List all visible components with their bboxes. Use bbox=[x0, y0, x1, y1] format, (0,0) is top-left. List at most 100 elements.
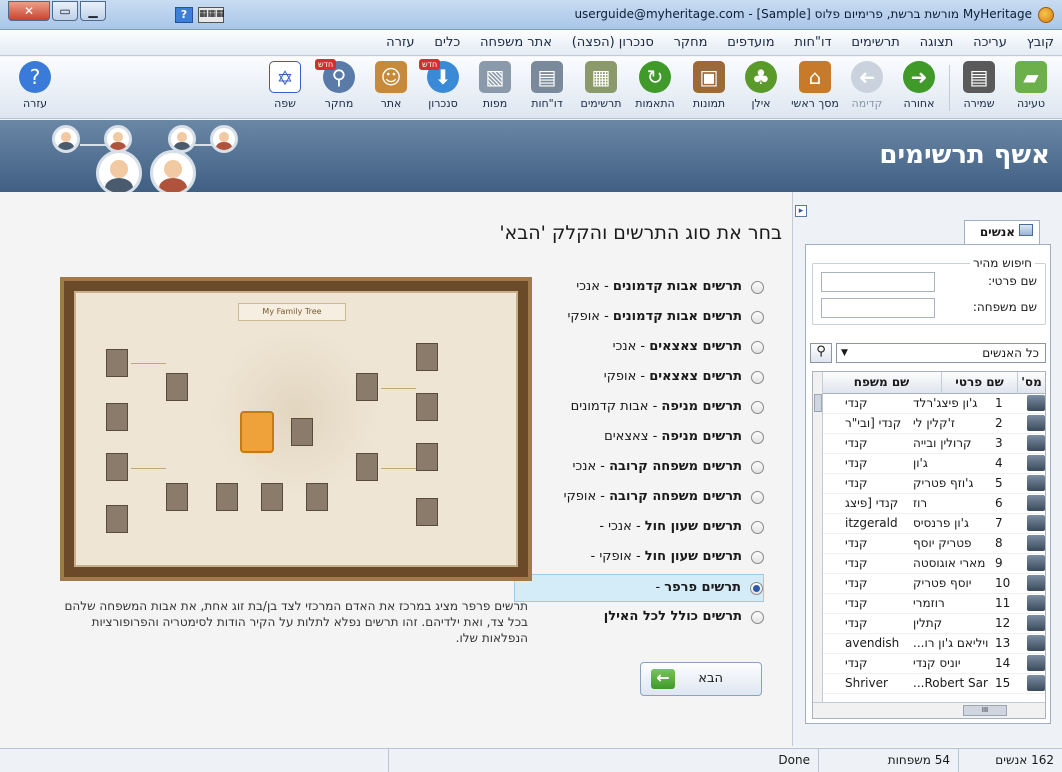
chart-type-option[interactable]: תרשים אבות קדמונים - אופקי bbox=[514, 304, 764, 332]
forward-button[interactable]: ➜ קדימה bbox=[842, 61, 892, 115]
preview-connector bbox=[381, 468, 416, 469]
chart-type-option[interactable]: תרשים פרפר - bbox=[514, 574, 764, 602]
home-label: מסך ראשי bbox=[791, 97, 839, 110]
menu-file[interactable]: קובץ bbox=[1019, 30, 1062, 55]
menu-tools[interactable]: כלים bbox=[426, 30, 468, 55]
scrollbar-thumb[interactable] bbox=[814, 394, 822, 412]
menu-sync[interactable]: סנכרון (הפצה) bbox=[564, 30, 662, 55]
chart-type-option[interactable]: תרשים שעון חול - אופקי - bbox=[514, 544, 764, 572]
matches-button[interactable]: ↻ התאמות bbox=[630, 61, 680, 115]
radio-button[interactable] bbox=[751, 491, 764, 504]
restore-window-button[interactable]: ▭ bbox=[52, 1, 78, 21]
chart-preview-canvas: My Family Tree bbox=[74, 291, 518, 567]
table-row[interactable]: 5 ג'וזף פטריק קנדי bbox=[823, 474, 1045, 494]
search-icon[interactable]: ⚲ bbox=[810, 343, 832, 363]
menu-help[interactable]: עזרה bbox=[378, 30, 422, 55]
menu-research[interactable]: מחקר bbox=[666, 30, 716, 55]
back-button[interactable]: ➜ אחורה bbox=[894, 61, 944, 115]
table-row[interactable]: 1 ג'ון פיצג'רלד קנדי bbox=[823, 394, 1045, 414]
research-button[interactable]: ⚲ חדש מחקר bbox=[314, 59, 364, 115]
row-last-name: Shriver bbox=[845, 676, 888, 690]
radio-button[interactable] bbox=[751, 311, 764, 324]
chart-type-option[interactable]: תרשים צאצאים - אנכי bbox=[514, 334, 764, 362]
table-row[interactable]: 9 מארי אוגוסטה קנדי bbox=[823, 554, 1045, 574]
column-header-last-name[interactable]: שם משפח bbox=[821, 372, 941, 394]
table-row[interactable]: 7 ג'ון פרנסיס itzgerald bbox=[823, 514, 1045, 534]
radio-button[interactable] bbox=[751, 341, 764, 354]
photos-button[interactable]: ▣ תמונות bbox=[684, 61, 734, 115]
table-row[interactable]: 14 יוניס קנדי קנדי bbox=[823, 654, 1045, 674]
tree-button[interactable]: ♣ אילן bbox=[736, 61, 786, 115]
chart-type-label: תרשים פרפר - bbox=[655, 575, 741, 601]
scrollbar-thumb[interactable]: III bbox=[963, 705, 1007, 716]
menu-reports[interactable]: דו"חות bbox=[786, 30, 839, 55]
family-site-button[interactable]: ☺ אתר bbox=[366, 61, 416, 115]
chart-type-option[interactable]: תרשים מניפה - אבות קדמונים bbox=[514, 394, 764, 422]
minimize-window-button[interactable]: ▁ bbox=[80, 1, 106, 21]
row-first-name: ויליאם ג'ון רו... bbox=[913, 636, 989, 650]
horizontal-scrollbar[interactable]: III bbox=[813, 702, 1045, 718]
chart-type-option[interactable]: תרשים מניפה - צאצאים bbox=[514, 424, 764, 452]
radio-button[interactable] bbox=[751, 431, 764, 444]
help-icon[interactable]: ? bbox=[175, 7, 193, 23]
chart-type-option[interactable]: תרשים אבות קדמונים - אנכי bbox=[514, 274, 764, 302]
radio-button[interactable] bbox=[751, 461, 764, 474]
table-row[interactable]: 3 קרולין ובייה קנדי bbox=[823, 434, 1045, 454]
chart-type-option[interactable]: תרשים משפחה קרובה - אנכי bbox=[514, 454, 764, 482]
person-icon bbox=[1027, 395, 1045, 411]
menu-view[interactable]: תצוגה bbox=[912, 30, 962, 55]
menu-family-site[interactable]: אתר משפחה bbox=[472, 30, 560, 55]
collapse-panel-icon[interactable]: ▸ bbox=[795, 205, 807, 217]
table-row[interactable]: 15 Robert Sar... Shriver bbox=[823, 674, 1045, 694]
radio-button[interactable] bbox=[751, 281, 764, 294]
menu-charts[interactable]: תרשימים bbox=[843, 30, 907, 55]
sync-button[interactable]: ⬇ חדש סנכרון bbox=[418, 59, 468, 115]
radio-button[interactable] bbox=[751, 551, 764, 564]
radio-button[interactable] bbox=[751, 401, 764, 414]
reports-button[interactable]: ▤ דו"חות bbox=[522, 61, 572, 115]
chart-type-option[interactable]: תרשים כולל לכל האילן bbox=[514, 604, 764, 632]
chart-type-option[interactable]: תרשים שעון חול - אנכי - bbox=[514, 514, 764, 542]
open-button[interactable]: ▰ טעינה bbox=[1006, 61, 1056, 115]
language-button[interactable]: ✡ שפה bbox=[260, 61, 310, 115]
tab-people[interactable]: אנשים bbox=[964, 220, 1040, 244]
first-name-field[interactable] bbox=[821, 272, 935, 292]
language-flag-icon: ✡ bbox=[269, 61, 301, 93]
radio-button[interactable] bbox=[751, 521, 764, 534]
people-filter-select[interactable]: כל האנשים ▼ bbox=[836, 343, 1046, 363]
table-row[interactable]: 6 רוז קנדי [פיצג bbox=[823, 494, 1045, 514]
menu-favorites[interactable]: מועדפים bbox=[719, 30, 782, 55]
table-row[interactable]: 13 ויליאם ג'ון רו... avendish bbox=[823, 634, 1045, 654]
preview-photo bbox=[166, 373, 188, 401]
row-first-name: ג'ון פיצג'רלד bbox=[913, 396, 978, 410]
keyboard-icon[interactable]: ▦▦▦ bbox=[198, 7, 225, 23]
radio-button[interactable] bbox=[751, 371, 764, 384]
maps-button[interactable]: ▧ מפות bbox=[470, 61, 520, 115]
charts-button[interactable]: ▦ תרשימים bbox=[576, 61, 626, 115]
table-row[interactable]: 4 ג'ון קנדי bbox=[823, 454, 1045, 474]
quick-search-legend: חיפוש מהיר bbox=[969, 256, 1035, 270]
folder-open-icon: ▰ bbox=[1015, 61, 1047, 93]
save-button[interactable]: ▤ שמירה bbox=[954, 61, 1004, 115]
menu-edit[interactable]: עריכה bbox=[965, 30, 1015, 55]
table-row[interactable]: 11 רוזמרי קנדי bbox=[823, 594, 1045, 614]
table-row[interactable]: 12 קתלין קנדי bbox=[823, 614, 1045, 634]
chart-type-orientation: - bbox=[655, 580, 665, 595]
close-window-button[interactable]: ✕ bbox=[8, 1, 50, 21]
help-button[interactable]: ? עזרה bbox=[10, 61, 60, 115]
person-icon bbox=[1027, 615, 1045, 631]
table-row[interactable]: 8 פטריק יוסף קנדי bbox=[823, 534, 1045, 554]
table-row[interactable]: 2 ז'קלין לי קנדי [ובי"ר bbox=[823, 414, 1045, 434]
table-row[interactable]: 10 יוסף פטריק קנדי bbox=[823, 574, 1045, 594]
next-button[interactable]: הבא ← bbox=[640, 662, 762, 696]
chart-type-name: תרשים אבות קדמונים bbox=[612, 309, 742, 324]
chart-type-option[interactable]: תרשים משפחה קרובה - אופקי bbox=[514, 484, 764, 512]
chart-type-option[interactable]: תרשים צאצאים - אופקי bbox=[514, 364, 764, 392]
column-header-first-name[interactable]: שם פרטי bbox=[941, 372, 1017, 394]
radio-button[interactable] bbox=[751, 611, 764, 624]
radio-button[interactable] bbox=[750, 582, 763, 595]
last-name-field[interactable] bbox=[821, 298, 935, 318]
vertical-scrollbar[interactable] bbox=[813, 372, 823, 702]
column-header-number[interactable]: מס' bbox=[1017, 372, 1045, 394]
home-button[interactable]: ⌂ מסך ראשי bbox=[790, 61, 840, 115]
